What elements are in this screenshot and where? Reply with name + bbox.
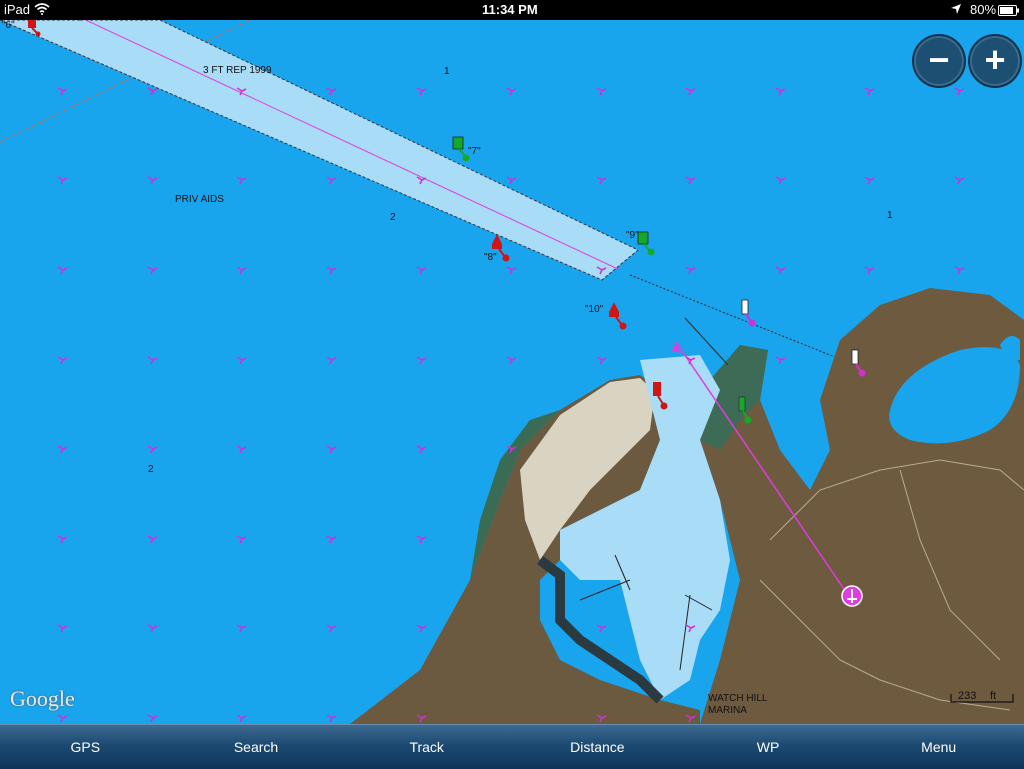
location-arrow-icon <box>950 3 962 18</box>
distance-button[interactable]: Distance <box>512 725 683 769</box>
device-name: iPad <box>4 2 31 17</box>
zoom-in-button[interactable]: + <box>968 34 1022 88</box>
google-logo: Google <box>10 686 75 711</box>
marina-label: WATCH HILL <box>708 693 768 704</box>
scale-bar: 233 ft <box>950 690 1014 704</box>
depth-sounding: 2 <box>148 464 154 475</box>
depth-sounding: 2 <box>390 212 396 223</box>
menu-button[interactable]: Menu <box>853 725 1024 769</box>
depth-sounding: 1 <box>887 210 893 221</box>
bottom-toolbar: GPS Search Track Distance WP Menu <box>0 724 1024 769</box>
marker-label-10: "10" <box>585 304 604 315</box>
scale-value: 233 <box>958 690 977 702</box>
boat-position-icon[interactable] <box>841 585 863 607</box>
track-button[interactable]: Track <box>341 725 512 769</box>
marker-label-6: "6" <box>2 20 15 31</box>
battery-percent: 80% <box>970 2 997 17</box>
scale-unit: ft <box>990 690 997 702</box>
map-canvas[interactable] <box>0 20 1024 724</box>
chart-map[interactable]: "6" "7" "8" "9" "10" 1 1 2 2 3 FT REP 19… <box>0 20 1024 724</box>
channel-note: 3 FT REP 1999 <box>203 65 272 76</box>
marker-label-8: "8" <box>484 252 497 263</box>
gps-button[interactable]: GPS <box>0 725 171 769</box>
clock: 11:34 PM <box>482 2 538 17</box>
search-button[interactable]: Search <box>171 725 342 769</box>
priv-aids-label: PRIV AIDS <box>175 194 224 205</box>
zoom-out-button[interactable]: − <box>912 34 966 88</box>
status-bar: iPad 11:34 PM 80% <box>0 0 1024 20</box>
wifi-icon <box>34 3 50 18</box>
marker-label-9: "9" <box>626 230 639 241</box>
wp-button[interactable]: WP <box>683 725 854 769</box>
battery-icon <box>998 4 1020 19</box>
depth-sounding: 1 <box>444 66 450 77</box>
marina-label: MARINA <box>708 705 747 716</box>
marker-label-7: "7" <box>468 146 481 157</box>
